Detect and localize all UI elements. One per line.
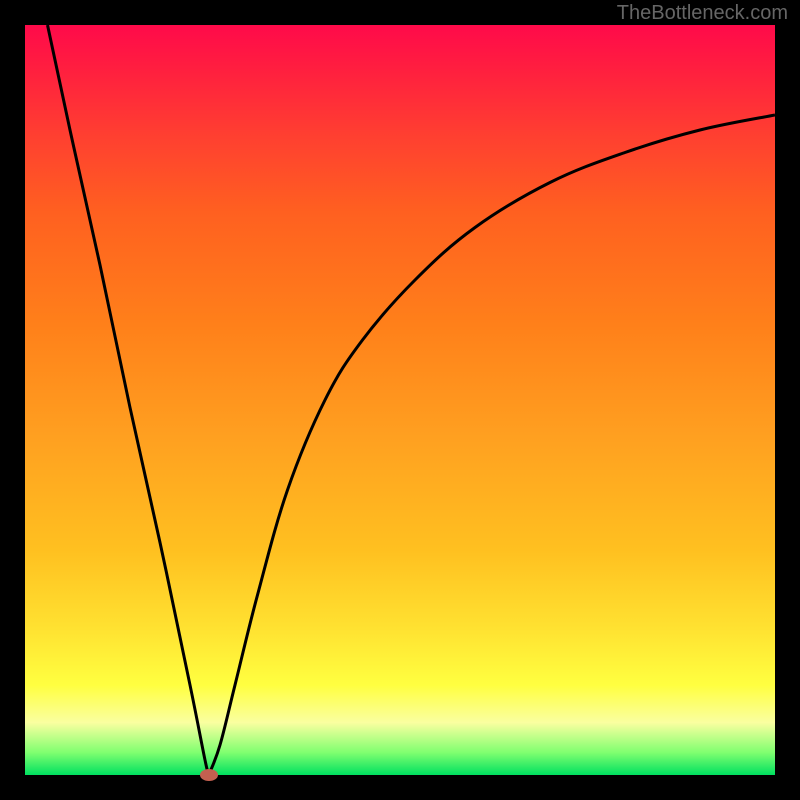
curve-right-branch [209,115,775,775]
chart-plot-area [25,25,775,775]
chart-curve [25,25,775,775]
minimum-marker [200,769,218,781]
curve-left-branch [48,25,209,775]
watermark-text: TheBottleneck.com [617,2,788,25]
